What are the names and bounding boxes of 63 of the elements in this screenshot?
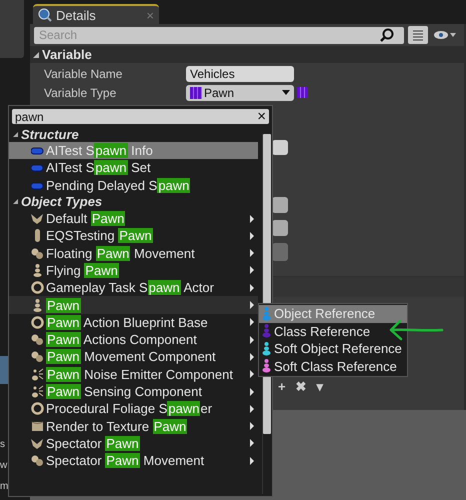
info-icon — [38, 8, 52, 22]
category-header[interactable]: Structure — [9, 126, 260, 142]
search-field[interactable]: Search — [34, 26, 404, 44]
menu-item[interactable]: Spectator Pawn Movement — [9, 452, 258, 470]
ring-icon — [31, 402, 44, 416]
menu-item[interactable]: Pawn Movement Component — [9, 348, 258, 366]
list-view-icon[interactable] — [408, 26, 428, 44]
text-fragment: w — [0, 460, 8, 471]
side-panel — [0, 0, 24, 58]
arrow-drawing — [388, 318, 444, 342]
menu-item[interactable]: AITest Spawn Info — [9, 142, 258, 160]
submenu-arrow-icon — [250, 404, 254, 413]
details-tab[interactable]: Details × — [33, 4, 159, 24]
text-field[interactable]: Vehicles — [186, 66, 294, 82]
ring-icon — [31, 316, 44, 329]
blobs-icon — [31, 454, 44, 468]
menu-item[interactable]: Pending Delayed Spawn — [9, 176, 258, 194]
menu-item[interactable]: Gameplay Task Spawn Actor — [9, 279, 258, 296]
submenu-arrow-icon — [250, 284, 254, 292]
menu-item[interactable]: EQSTesting Pawn — [9, 227, 258, 244]
menu-item[interactable]: Soft Object Reference — [259, 340, 407, 358]
toolbar-button[interactable]: ▾ — [316, 379, 324, 394]
section-header[interactable]: Variable — [30, 46, 464, 63]
menu-item[interactable]: Floating Pawn Movement — [9, 244, 258, 262]
submenu-arrow-icon — [250, 456, 254, 465]
category-header[interactable]: Object Types — [9, 194, 260, 210]
blobs-icon — [31, 350, 44, 364]
type-dropdown[interactable]: Pawn — [186, 84, 294, 100]
blobs-icon — [31, 333, 44, 346]
menu-item[interactable]: Spectator Pawn — [9, 434, 258, 452]
submenu-arrow-icon — [250, 370, 254, 378]
menu-item[interactable]: Pawn Noise Emitter Component — [9, 366, 258, 383]
menu-item[interactable]: Pawn Actions Component — [9, 330, 258, 348]
text-fragment: s — [0, 439, 5, 450]
field-label: Variable Name — [43, 66, 124, 80]
ring-icon — [31, 281, 44, 294]
toolbar-button[interactable]: + — [278, 379, 286, 394]
menu-item[interactable]: Render to Texture Pawn — [9, 417, 258, 435]
menu-item[interactable]: Flying Pawn — [9, 262, 258, 280]
search-field[interactable]: pawn × — [12, 109, 269, 124]
menu-item[interactable]: Default Pawn — [9, 210, 258, 228]
scroll-icon — [31, 420, 44, 433]
menu-item[interactable]: Pawn Sensing Component — [9, 382, 258, 400]
menu-item[interactable]: AITest Spawn Set — [9, 159, 258, 177]
menu-item[interactable]: Pawn — [9, 296, 258, 314]
pawn-icon — [31, 264, 44, 277]
text-fragment: m — [0, 481, 8, 492]
menu-item[interactable]: Class Reference — [259, 322, 407, 340]
field-label: Variable Type — [43, 86, 118, 100]
menu-item[interactable]: Procedural Foliage Spawner — [9, 400, 258, 418]
blobs-icon — [31, 246, 44, 260]
menu-item[interactable]: Soft Class Reference — [259, 358, 407, 375]
pawn-signal-icon — [31, 368, 44, 381]
toolbar-button[interactable]: ✖ — [296, 379, 307, 394]
clear-button[interactable]: × — [257, 109, 266, 124]
menu-item[interactable]: Pawn Action Blueprint Base — [9, 314, 258, 331]
category-title: Object Types — [21, 194, 102, 210]
pawn-icon — [31, 298, 44, 312]
category-title: Structure — [21, 126, 79, 142]
pawn-signal-icon — [31, 385, 44, 398]
eye-icon[interactable] — [434, 30, 456, 40]
submenu-arrow-icon — [250, 388, 254, 396]
search-icon[interactable] — [380, 28, 394, 42]
